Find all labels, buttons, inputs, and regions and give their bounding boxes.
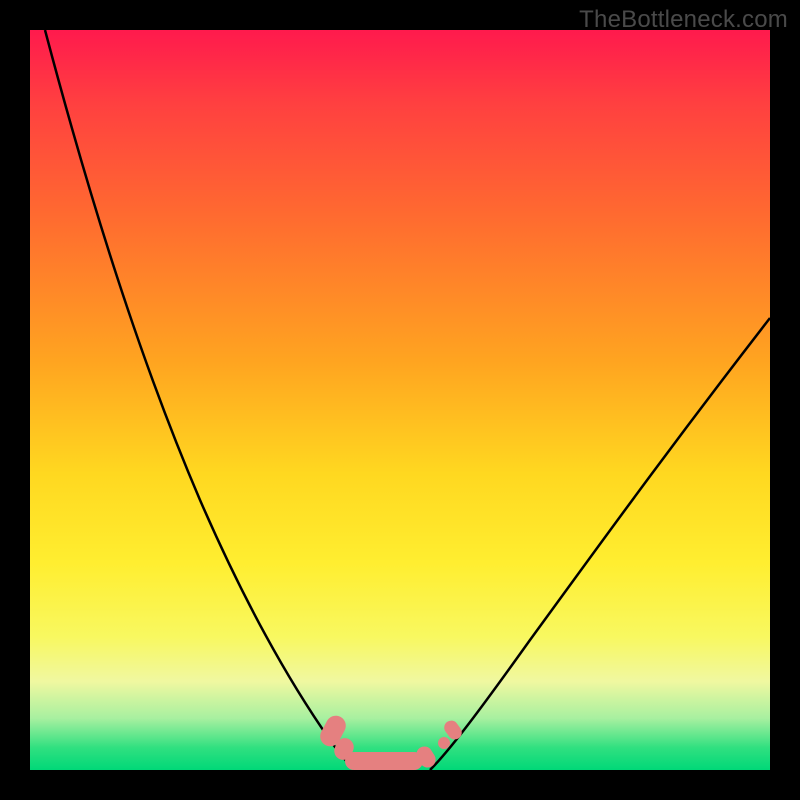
watermark-text: TheBottleneck.com (579, 6, 788, 34)
chart-curves (30, 30, 770, 770)
valley-marker-right-dot (438, 737, 450, 749)
chart-plot-area (30, 30, 770, 770)
right-curve-line (430, 318, 770, 770)
left-curve-line (45, 30, 356, 770)
valley-marker-bottom (345, 752, 423, 770)
